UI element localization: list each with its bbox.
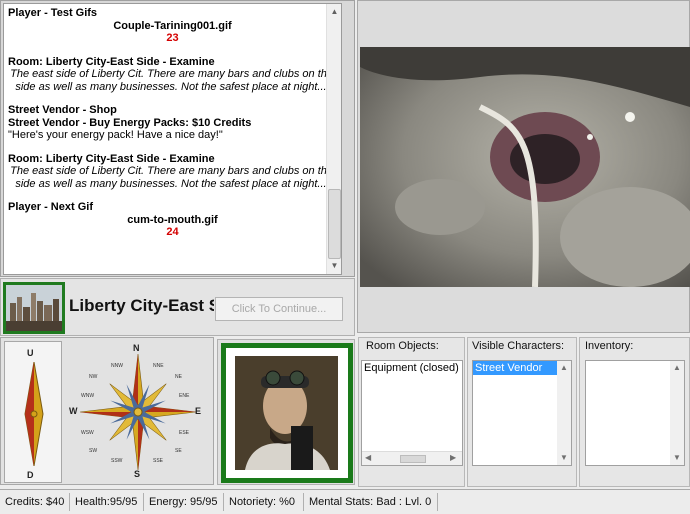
log-line: 23: [166, 32, 179, 44]
log-line: Couple-Tarining001.gif: [113, 19, 232, 32]
visible-characters-label: Visible Characters:: [472, 340, 565, 352]
mental-stats-status: Mental Stats: Bad : Lvl. 0: [304, 493, 438, 511]
south-label[interactable]: S: [134, 469, 140, 479]
log-spacer: [8, 190, 337, 201]
log-line: Room: Liberty City-East Side - Examine: [8, 152, 215, 165]
inventory-label: Inventory:: [585, 340, 634, 352]
city-skyline-icon: [6, 285, 62, 331]
up-down-compass: U D: [4, 341, 62, 483]
ne-label[interactable]: NE: [175, 374, 182, 380]
compass-rose: N S W E NNW NW WNW WSW SW SSW NNE NE ENE…: [65, 341, 211, 483]
log-panel: Player - Test Gifs Couple-Tarining001.gif…: [0, 0, 355, 277]
character-portrait: [235, 356, 338, 470]
up-down-arrow-icon[interactable]: [19, 362, 49, 466]
compass-rose-icon[interactable]: [65, 341, 211, 483]
scroll-down-icon[interactable]: ▼: [327, 258, 342, 273]
wnw-label[interactable]: WNW: [81, 393, 94, 399]
credits-status: Credits: $40: [0, 493, 70, 511]
notoriety-status: Notoriety: %0: [224, 493, 304, 511]
north-label[interactable]: N: [133, 343, 140, 353]
log-content: Player - Test Gifs Couple-Tarining001.gif…: [8, 7, 337, 239]
sse-label[interactable]: SSE: [153, 458, 163, 464]
west-label[interactable]: W: [69, 406, 78, 416]
log-line: Player - Next Gif: [8, 201, 93, 213]
log-scroll-thumb[interactable]: [328, 189, 341, 259]
visible-characters-list[interactable]: Street Vendor ▲ ▼: [472, 360, 572, 466]
east-label[interactable]: E: [195, 406, 201, 416]
location-name: Liberty City-East Side: [69, 296, 214, 315]
list-item[interactable]: Equipment (closed): [362, 361, 462, 375]
log-line: Room: Liberty City-East Side - Examine: [8, 55, 215, 68]
log-line: Player - Test Gifs: [8, 7, 98, 19]
scene-picture: [360, 47, 690, 287]
scroll-left-icon[interactable]: ◀: [365, 453, 371, 462]
continue-button[interactable]: Click To Continue...: [215, 297, 343, 321]
log-line: The east side of Liberty Cit. There are …: [10, 165, 335, 190]
scroll-up-icon[interactable]: ▲: [673, 363, 681, 372]
energy-status: Energy: 95/95: [144, 493, 224, 511]
room-objects-list[interactable]: Equipment (closed) ◀ ▶: [361, 360, 463, 466]
log-spacer: [8, 142, 337, 153]
health-status: Health:95/95: [70, 493, 144, 511]
scene-image: [360, 47, 690, 287]
visible-characters-group: Visible Characters: Street Vendor ▲ ▼: [467, 337, 577, 487]
image-panel: [357, 0, 690, 333]
ene-label[interactable]: ENE: [179, 393, 189, 399]
navigation-panel: U D N S W E NNW NW WNW WSW SW SSW NNE NE…: [0, 337, 214, 485]
log-line: 24: [166, 226, 179, 238]
log-line: The east side of Liberty Cit. There are …: [10, 68, 335, 93]
room-objects-group: Room Objects: Equipment (closed) ◀ ▶: [358, 337, 465, 487]
log-scrollbar[interactable]: ▲ ▼: [326, 4, 341, 274]
ssw-label[interactable]: SSW: [111, 458, 122, 464]
character-portrait-frame[interactable]: [221, 343, 353, 483]
sw-label[interactable]: SW: [89, 448, 97, 454]
log-spacer: [8, 93, 337, 104]
wsw-label[interactable]: WSW: [81, 430, 94, 436]
message-log[interactable]: Player - Test Gifs Couple-Tarining001.gif…: [3, 3, 342, 275]
nne-label[interactable]: NNE: [153, 363, 164, 369]
log-spacer: [8, 45, 337, 56]
inventory-list[interactable]: ▲ ▼: [585, 360, 685, 466]
scroll-down-icon[interactable]: ▼: [673, 453, 681, 462]
inventory-group: Inventory: ▲ ▼: [579, 337, 690, 487]
log-line: Street Vendor - Buy Energy Packs: $10 Cr…: [8, 116, 252, 129]
hscroll-thumb[interactable]: [400, 455, 426, 463]
location-bar: Liberty City-East Side Click To Continue…: [0, 278, 355, 336]
portrait-picture: [235, 356, 338, 470]
log-line: cum-to-mouth.gif: [127, 213, 218, 226]
status-bar: Credits: $40 Health:95/95 Energy: 95/95 …: [0, 489, 690, 514]
log-line: Street Vendor - Shop: [8, 104, 117, 116]
location-thumbnail[interactable]: [3, 282, 65, 334]
character-portrait-panel: [217, 339, 355, 485]
se-label[interactable]: SE: [175, 448, 182, 454]
down-label[interactable]: D: [27, 470, 34, 480]
ese-label[interactable]: ESE: [179, 430, 189, 436]
scroll-down-icon[interactable]: ▼: [560, 453, 568, 462]
inventory-vscroll[interactable]: ▲ ▼: [670, 361, 684, 465]
game-window: Player - Test Gifs Couple-Tarining001.gif…: [0, 0, 690, 514]
room-objects-label: Room Objects:: [366, 340, 439, 352]
up-label[interactable]: U: [27, 348, 34, 358]
log-line: "Here's your energy pack! Have a nice da…: [8, 129, 223, 141]
scroll-up-icon[interactable]: ▲: [327, 4, 342, 19]
nw-label[interactable]: NW: [89, 374, 97, 380]
characters-vscroll[interactable]: ▲ ▼: [557, 361, 571, 465]
scroll-up-icon[interactable]: ▲: [560, 363, 568, 372]
nnw-label[interactable]: NNW: [111, 363, 123, 369]
scroll-right-icon[interactable]: ▶: [450, 453, 456, 462]
room-objects-hscroll[interactable]: ◀ ▶: [362, 451, 462, 465]
